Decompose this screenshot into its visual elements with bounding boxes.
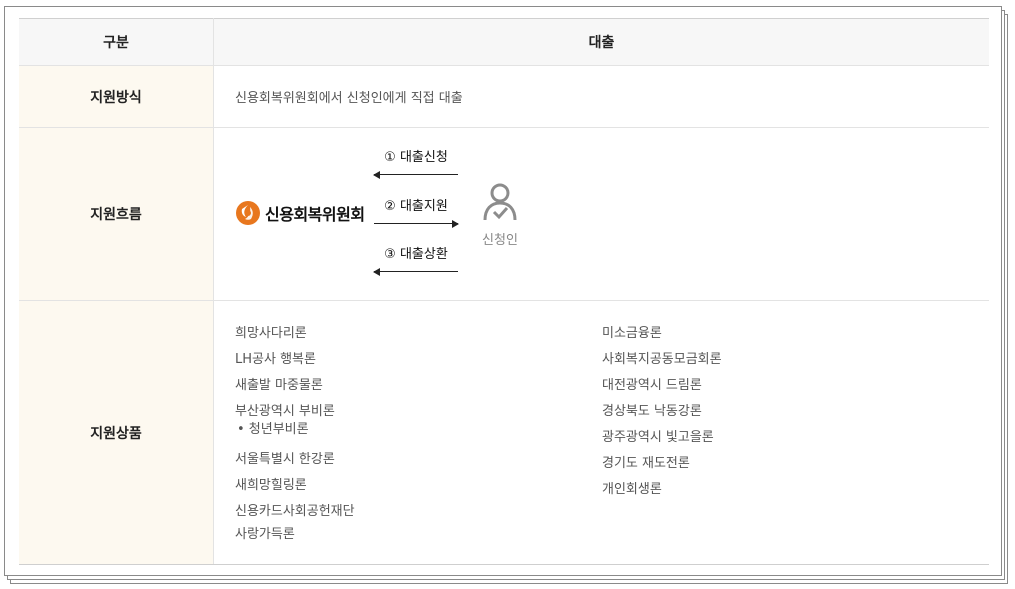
product-item: 신용카드사회공헌재단 [235,504,355,519]
support-flow-label: 지원흐름 [19,127,214,301]
loan-info-table: 구분 대출 지원방식 신용회복위원회에서 신청인에게 직접 대출 지원흐름 신용… [19,18,989,565]
product-item: 서울특별시 한강론 [235,452,335,467]
flow-step-label: ② 대출지원 [384,199,448,214]
product-item: 광주광역시 빛고을론 [602,430,714,445]
product-item: 사랑가득론 [235,527,295,542]
support-method-label: 지원방식 [19,65,214,128]
product-item: 개인회생론 [602,482,662,497]
org-logo: 신용회복위원회 [235,200,365,226]
product-item: 사회복지공동모금회론 [602,352,722,367]
person-check-icon [483,183,517,221]
applicant: 신청인 [478,182,522,248]
header-loan: 대출 [213,18,989,66]
product-item: 새희망힐링론 [235,478,307,493]
org-logo-icon [236,201,260,225]
header-category: 구분 [19,18,214,66]
products-right-column: 미소금융론 사회복지공동모금회론 대전광역시 드림론 경상북도 낙동강론 광주광… [602,321,722,503]
support-flow-diagram: 신용회복위원회 ① 대출신청 ② 대출지원 ③ 대출상환 신청인 [214,128,989,300]
product-sub-item: • 청년부비론 [237,422,309,437]
flow-step-label: ① 대출신청 [384,150,448,165]
arrow-left-icon [373,268,458,276]
flow-step-apply: ① 대출신청 [373,146,458,179]
products-left-column: 희망사다리론 LH공사 행복론 새출발 마중물론 부산광역시 부비론 • 청년부… [235,321,355,544]
arrow-left-icon [373,171,458,179]
product-item: 미소금융론 [602,326,662,341]
org-logo-text: 신용회복위원회 [265,205,365,224]
products-label: 지원상품 [19,300,214,565]
arrow-right-icon [374,220,459,228]
applicant-label: 신청인 [482,233,518,248]
products-list: 희망사다리론 LH공사 행복론 새출발 마중물론 부산광역시 부비론 • 청년부… [214,301,989,564]
product-item: 경상북도 낙동강론 [602,404,702,419]
product-item: 경기도 재도전론 [602,456,690,471]
flow-step-label: ③ 대출상환 [384,247,448,262]
flow-step-repay: ③ 대출상환 [373,243,458,276]
product-item: 대전광역시 드림론 [602,378,702,393]
product-item: LH공사 행복론 [235,352,316,367]
product-item: 희망사다리론 [235,326,307,341]
flow-step-support: ② 대출지원 [374,195,459,228]
support-method-value: 신용회복위원회에서 신청인에게 직접 대출 [213,65,989,128]
product-item: 새출발 마중물론 [235,378,323,393]
